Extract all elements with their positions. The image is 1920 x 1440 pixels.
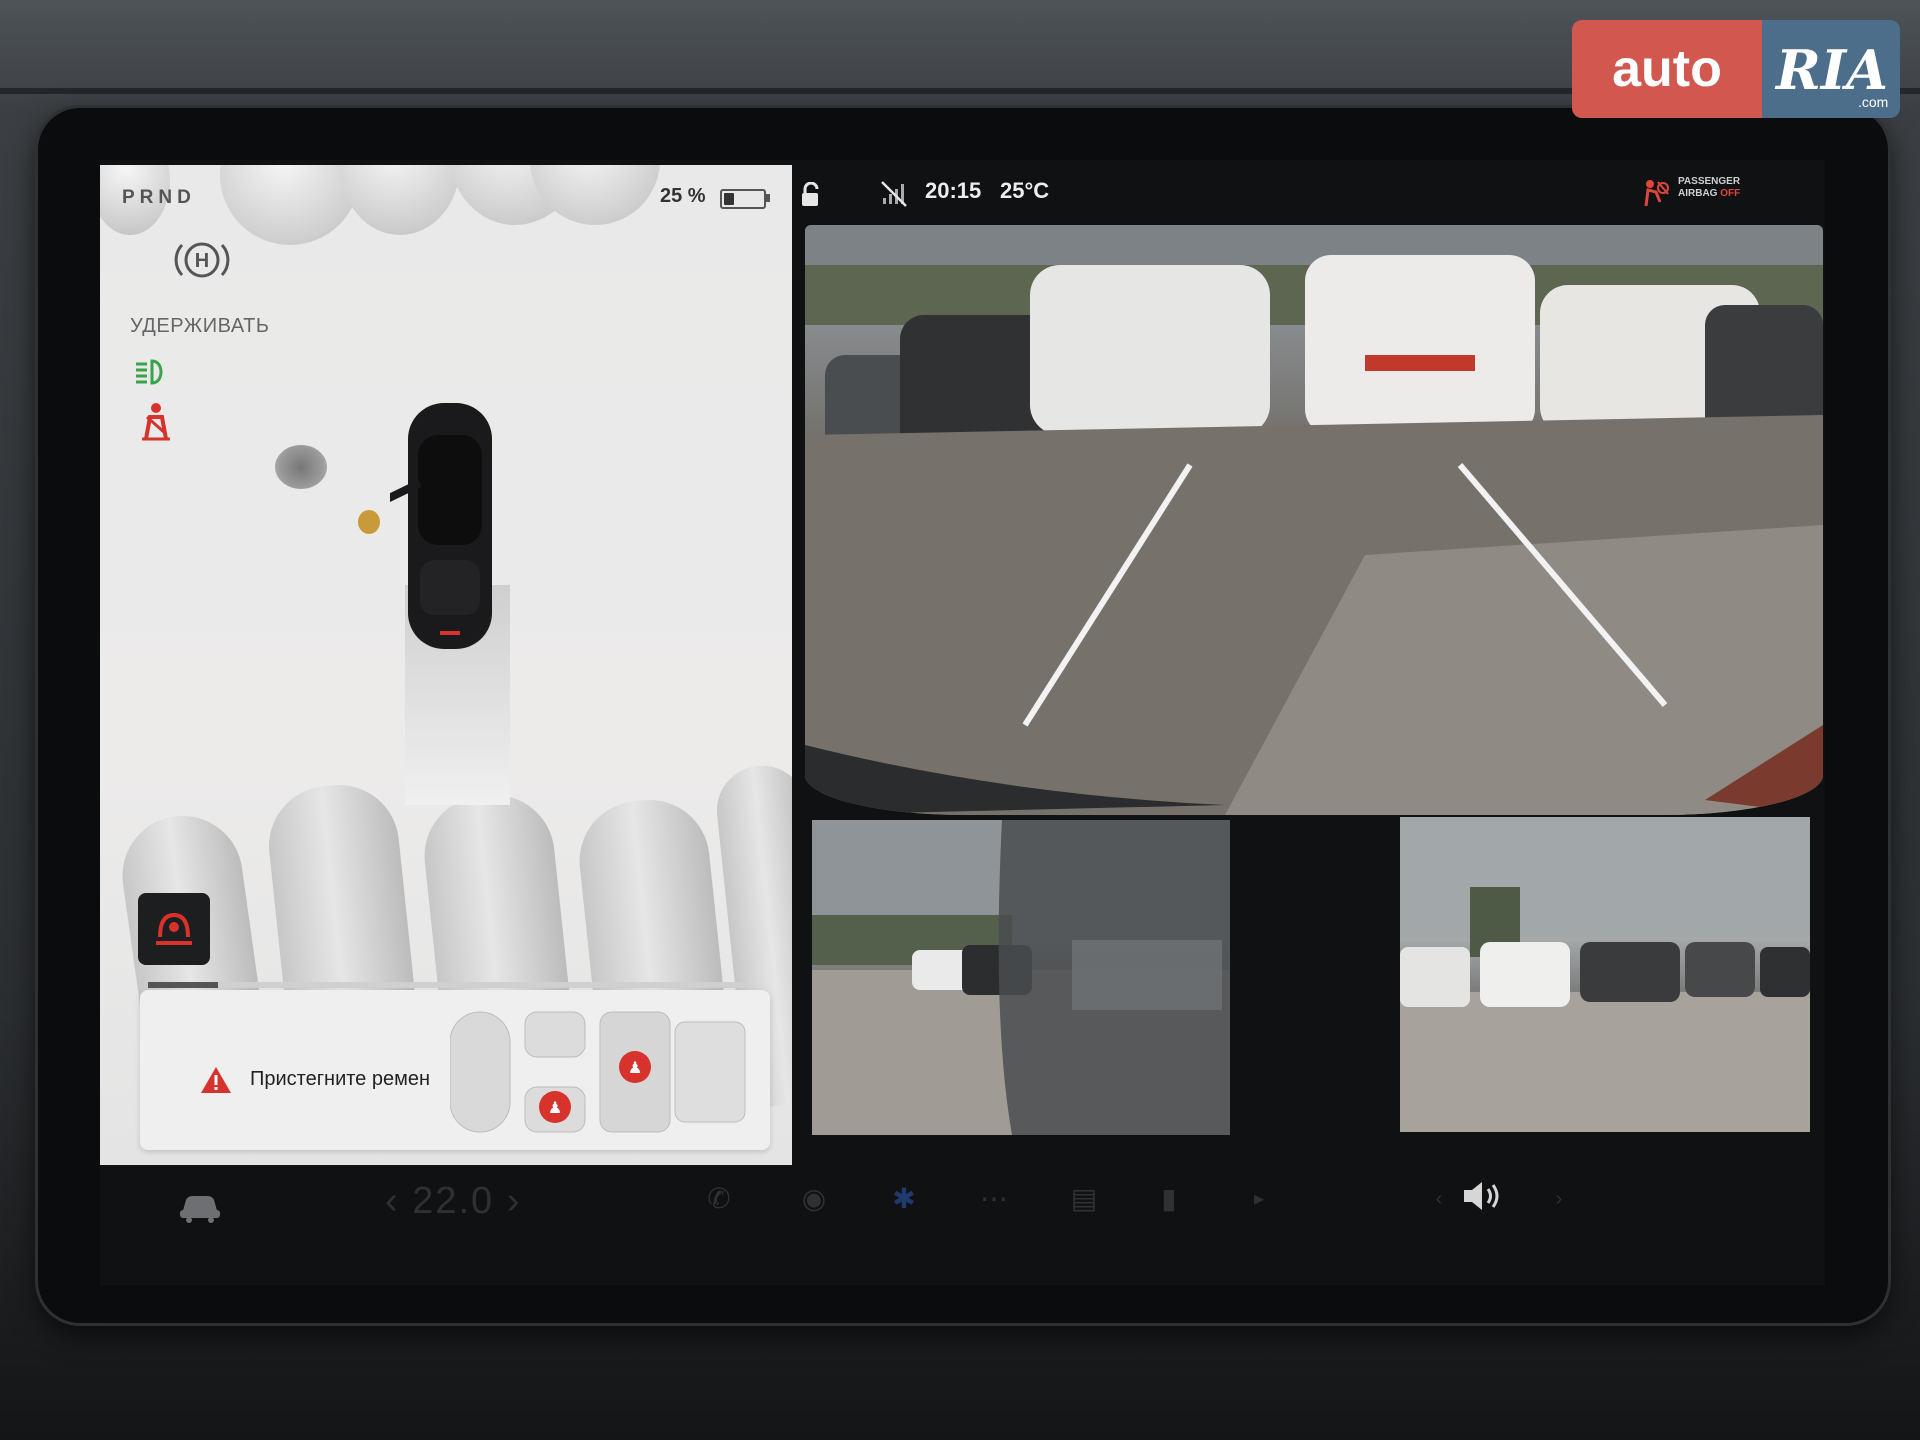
lock-icon[interactable]	[800, 182, 822, 208]
volume-down-chevron-icon[interactable]: ‹	[1420, 1180, 1458, 1218]
alert-progress-bar	[148, 982, 748, 988]
gear-selector-indicator: PRND	[122, 187, 196, 208]
svg-text:H: H	[195, 250, 209, 272]
cabin-temperature-control[interactable]: ‹ 22.0 ›	[385, 1180, 521, 1223]
watermark-ria: RIA .com	[1762, 20, 1900, 118]
svg-text:♟: ♟	[628, 1058, 642, 1077]
svg-text:♟: ♟	[548, 1098, 562, 1117]
passenger-airbag-icon	[1644, 180, 1669, 207]
volume-icon[interactable]	[1460, 1178, 1504, 1214]
reflection-blob	[340, 165, 460, 235]
autoria-watermark-logo: auto RIA .com	[1572, 20, 1900, 118]
alert-progress-fill	[148, 982, 218, 988]
seat-occupancy-button[interactable]	[138, 893, 210, 965]
parking-hold-icon: H	[174, 242, 230, 278]
left-repeater-camera-view[interactable]	[812, 820, 1230, 1135]
reflection-blob	[530, 165, 660, 225]
car-controls-icon[interactable]	[178, 1190, 222, 1224]
right-camera-scene	[1400, 817, 1810, 1132]
reflection-blob	[220, 165, 360, 245]
right-repeater-camera-view[interactable]	[1400, 817, 1810, 1132]
detected-object-marker	[358, 510, 380, 534]
battery-percentage: 25 %	[660, 185, 706, 207]
battery-fill	[724, 193, 734, 205]
seat-occupancy-icon	[156, 912, 192, 945]
energy-app-icon[interactable]: ▮	[1150, 1180, 1188, 1218]
airbag-status-line2: AIRBAG OFF	[1678, 188, 1740, 200]
calendar-icon[interactable]: ▤	[1065, 1180, 1103, 1218]
car-status-panel: PRND 25 % H УДЕРЖИВАТЬ Пристегните ремен…	[100, 165, 792, 1165]
airbag-off-label: OFF	[1720, 188, 1741, 199]
seatbelt-alert-card[interactable]: Пристегните ремен ♟ ♟	[140, 990, 770, 1150]
clock: 20:15	[925, 178, 982, 203]
watermark-tld: .com	[1858, 94, 1889, 110]
headlights-icon	[136, 359, 163, 385]
touchscreen: PRND 25 % H УДЕРЖИВАТЬ Пристегните ремен…	[100, 160, 1825, 1285]
outside-temperature: 25°C	[1000, 178, 1050, 203]
battery-terminal	[766, 194, 770, 202]
rear-camera-scene	[805, 225, 1823, 815]
seatbelt-alert-message: Пристегните ремен	[250, 1068, 431, 1090]
car-top-view-icon	[390, 403, 492, 649]
volume-up-chevron-icon[interactable]: ›	[1540, 1180, 1578, 1218]
camera-app-icon[interactable]: ◉	[795, 1180, 833, 1218]
toybox-icon[interactable]: ▸	[1240, 1180, 1278, 1218]
battery-icon	[720, 189, 766, 209]
hold-mode-label: УДЕРЖИВАТЬ	[130, 315, 270, 337]
watermark-ria-text: RIA	[1776, 38, 1889, 102]
seatbelt-warning-icon	[142, 403, 170, 441]
airbag-status-line1: PASSENGER	[1678, 176, 1741, 187]
more-apps-icon[interactable]: ⋯	[975, 1180, 1013, 1218]
no-signal-icon	[881, 181, 907, 207]
warning-triangle-icon	[201, 1067, 231, 1093]
watermark-auto: auto	[1572, 20, 1762, 118]
phone-icon[interactable]: ✆	[700, 1180, 738, 1218]
airbag-label: AIRBAG	[1678, 188, 1721, 199]
detected-object-marker	[275, 445, 327, 489]
left-camera-scene	[812, 820, 1230, 1135]
bluetooth-icon[interactable]: ✱	[885, 1180, 923, 1218]
rear-camera-view[interactable]	[805, 225, 1823, 815]
passenger-airbag-status: PASSENGER AIRBAG OFF	[1678, 176, 1740, 200]
seat-map-diagram: ♟ ♟	[450, 1011, 746, 1133]
